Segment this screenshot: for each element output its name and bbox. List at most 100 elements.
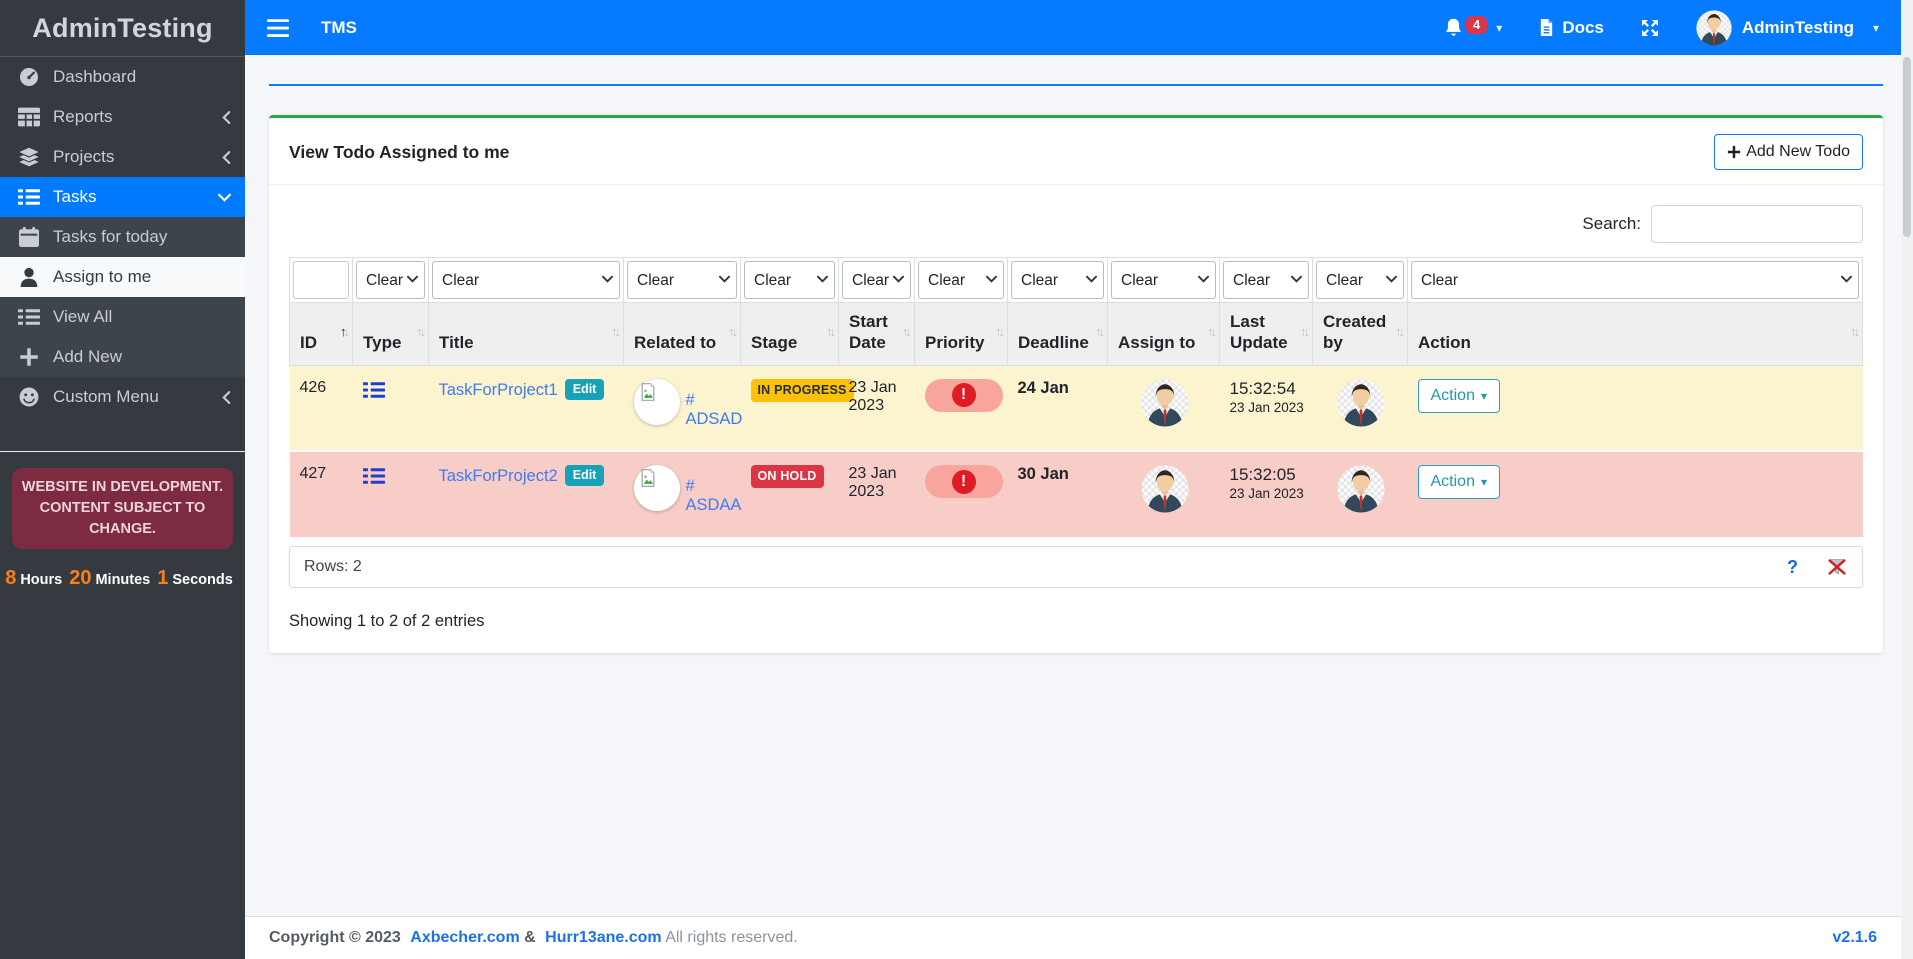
clear-filters-icon[interactable]	[1826, 556, 1848, 578]
cell-id: 427	[290, 451, 353, 537]
related-to-link[interactable]: # ADSAD	[686, 391, 743, 429]
related-avatar-placeholder	[634, 379, 680, 425]
task-title-link[interactable]: TaskForProject1	[439, 381, 558, 399]
add-new-todo-button[interactable]: Add New Todo	[1714, 134, 1863, 170]
navbar-app-title[interactable]: TMS	[321, 18, 357, 38]
sort-icon: ↑↓	[611, 324, 618, 340]
countdown-seconds: 1	[157, 567, 168, 589]
chevron-down-icon	[218, 193, 231, 202]
column-header-priority[interactable]: Priority↑↓	[915, 303, 1008, 366]
scrollbar-thumb[interactable]	[1903, 57, 1911, 237]
sidebar-item-tasks[interactable]: Tasks	[0, 177, 245, 217]
column-header-title[interactable]: Title↑↓	[429, 303, 624, 366]
last-update-time: 15:32:05	[1230, 465, 1296, 484]
sidebar-item-assign-to-me[interactable]: Assign to me	[0, 257, 245, 297]
task-title-link[interactable]: TaskForProject2	[439, 467, 558, 485]
table-row: 427 TaskForProject2 Edit # ASDAA	[290, 451, 1863, 537]
navbar-right-group: 4 ▾ Docs AdminTesting ▾	[1443, 10, 1879, 46]
filter-priority-select[interactable]: Clear	[918, 261, 1004, 299]
sidebar-item-dashboard[interactable]: Dashboard	[0, 57, 245, 97]
caret-down-icon: ▾	[1481, 475, 1487, 489]
filter-startdate-select[interactable]: Clear	[842, 261, 911, 299]
main-area: TMS 4 ▾ Docs AdminTesting ▾	[245, 0, 1901, 959]
search-input[interactable]	[1651, 205, 1863, 243]
priority-badge: !	[925, 379, 1003, 412]
countdown-timer: 8Hours20Minutes1Seconds	[0, 567, 245, 590]
column-header-type[interactable]: Type↑↓	[353, 303, 429, 366]
sidebar-item-custom-menu[interactable]: Custom Menu	[0, 377, 245, 417]
filter-related-select[interactable]: Clear	[627, 261, 737, 299]
column-header-assign-to[interactable]: Assign to↑↓	[1108, 303, 1220, 366]
user-icon	[18, 267, 40, 287]
docs-link[interactable]: Docs	[1538, 18, 1604, 38]
sort-icon: ↑↓	[995, 324, 1002, 340]
chevron-left-icon	[222, 391, 231, 404]
tachometer-icon	[18, 67, 40, 87]
help-button[interactable]: ?	[1787, 557, 1798, 578]
cell-start-date: 23 Jan 2023	[839, 451, 915, 537]
column-header-last-update[interactable]: Last Update↑↓	[1220, 303, 1313, 366]
filter-lastupdate-select[interactable]: Clear	[1223, 261, 1309, 299]
footer-link-axbecher[interactable]: Axbecher.com	[410, 929, 519, 946]
rights-text: All rights reserved.	[665, 929, 798, 946]
filter-title-select[interactable]: Clear	[432, 261, 620, 299]
filter-action-select[interactable]: Clear	[1411, 261, 1859, 299]
sidebar-item-tasks-for-today[interactable]: Tasks for today	[0, 217, 245, 257]
hamburger-menu-icon[interactable]	[267, 19, 289, 37]
footer-link-hurr13ane[interactable]: Hurr13ane.com	[545, 929, 662, 946]
priority-badge: !	[925, 465, 1003, 498]
column-header-id[interactable]: ID↑↓	[290, 303, 353, 366]
copyright-text: Copyright © 2023	[269, 929, 401, 946]
page-title: View Todo Assigned to me	[289, 142, 509, 163]
stage-badge: IN PROGRESS	[751, 379, 854, 402]
caret-down-icon: ▾	[1496, 21, 1502, 35]
action-dropdown-button[interactable]: Action▾	[1418, 465, 1501, 499]
column-header-created-by[interactable]: Created by↑↓	[1313, 303, 1408, 366]
todo-table: Clear Clear Clear Clear Clear Clear Clea…	[289, 257, 1863, 537]
column-header-start-date[interactable]: Start Date↑↓	[839, 303, 915, 366]
column-header-related-to[interactable]: Related to↑↓	[624, 303, 741, 366]
related-to-link[interactable]: # ASDAA	[686, 477, 742, 515]
sidebar-item-label: Assign to me	[53, 267, 231, 287]
filter-id-input[interactable]	[293, 261, 349, 299]
sidebar-item-projects[interactable]: Projects	[0, 137, 245, 177]
sidebar-item-add-new[interactable]: Add New	[0, 337, 245, 377]
sidebar-item-reports[interactable]: Reports	[0, 97, 245, 137]
sort-icon: ↑↓	[728, 324, 735, 340]
edit-badge[interactable]: Edit	[565, 465, 605, 486]
search-row: Search:	[289, 205, 1863, 243]
page-content: View Todo Assigned to me Add New Todo Se…	[245, 55, 1901, 916]
docs-label: Docs	[1562, 18, 1604, 38]
filter-deadline-select[interactable]: Clear	[1011, 261, 1104, 299]
filter-type-select[interactable]: Clear	[356, 261, 425, 299]
plus-icon	[1727, 145, 1741, 159]
edit-badge[interactable]: Edit	[565, 379, 605, 400]
exclamation-icon: !	[952, 470, 976, 494]
column-header-stage[interactable]: Stage↑↓	[741, 303, 839, 366]
sidebar-item-view-all[interactable]: View All	[0, 297, 245, 337]
column-header-deadline[interactable]: Deadline↑↓	[1008, 303, 1108, 366]
layers-icon	[18, 147, 40, 167]
filter-stage-select[interactable]: Clear	[744, 261, 835, 299]
sort-icon: ↑↓	[340, 324, 347, 340]
cell-last-update: 15:32:05 23 Jan 2023	[1220, 451, 1313, 537]
todo-card: View Todo Assigned to me Add New Todo Se…	[269, 115, 1883, 653]
sort-icon: ↑↓	[1300, 324, 1307, 340]
action-dropdown-button[interactable]: Action▾	[1418, 379, 1501, 413]
last-update-time: 15:32:54	[1230, 379, 1296, 398]
filter-createdby-select[interactable]: Clear	[1316, 261, 1404, 299]
table-row: 426 TaskForProject1Edit # ADSAD	[290, 365, 1863, 451]
vertical-scrollbar[interactable]	[1901, 0, 1913, 959]
smile-icon	[18, 387, 40, 407]
dev-warning-banner: WEBSITE IN DEVELOPMENT. CONTENT SUBJECT …	[12, 468, 233, 549]
brand-logo[interactable]: AdminTesting	[0, 0, 245, 57]
last-update-date: 23 Jan 2023	[1230, 486, 1304, 501]
assignee-avatar	[1141, 465, 1189, 513]
user-menu[interactable]: AdminTesting ▾	[1696, 10, 1879, 46]
fullscreen-icon[interactable]	[1640, 18, 1660, 38]
cell-last-update: 15:32:54 23 Jan 2023	[1220, 365, 1313, 451]
filter-assignto-select[interactable]: Clear	[1111, 261, 1216, 299]
column-header-action[interactable]: Action↑↓	[1408, 303, 1863, 366]
notifications-dropdown[interactable]: 4 ▾	[1443, 17, 1502, 38]
sidebar-item-label: Tasks for today	[53, 227, 231, 247]
